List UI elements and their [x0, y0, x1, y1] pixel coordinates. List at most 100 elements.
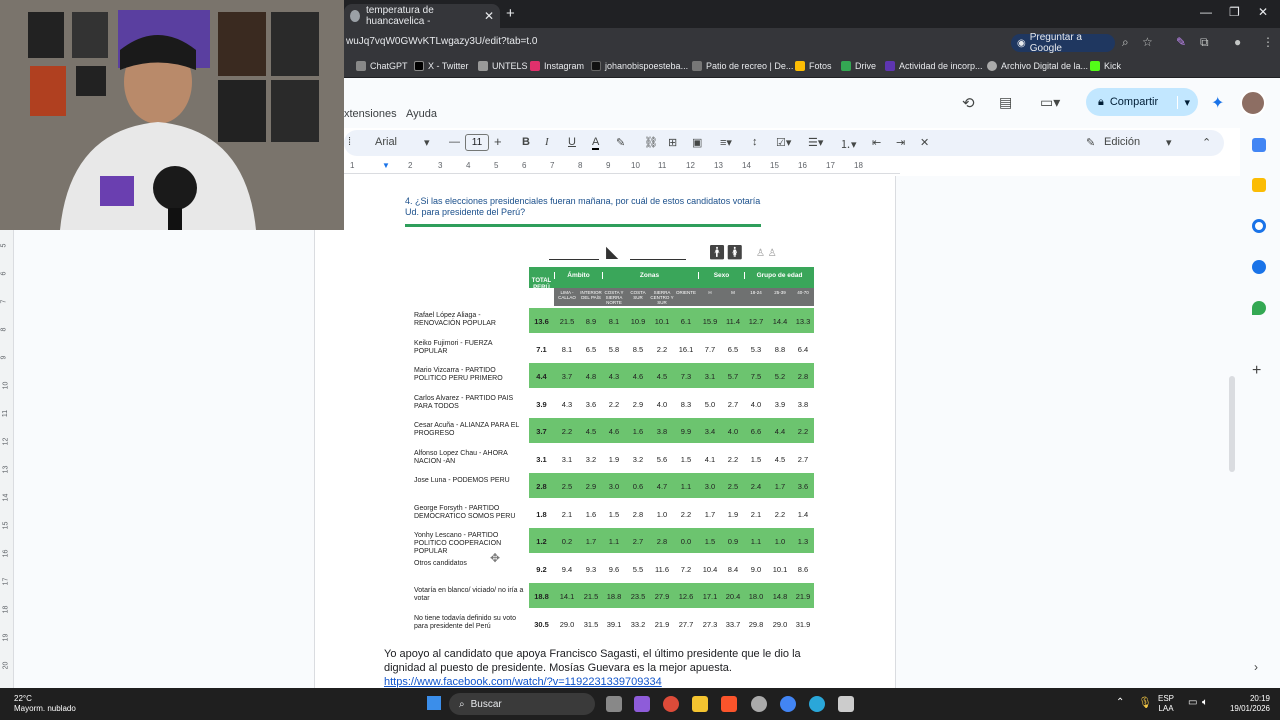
zoom-icon[interactable]: ⌕ [1122, 35, 1129, 50]
brave-icon[interactable] [721, 696, 737, 712]
meet-icon[interactable]: ▭▾ [1040, 94, 1060, 111]
tasks-icon[interactable] [1252, 219, 1266, 233]
bookmark-untels[interactable]: UNTELS [478, 61, 528, 71]
share-dropdown-icon[interactable]: ▾ [1177, 95, 1190, 109]
pencil-icon: ✎ [1086, 137, 1096, 149]
toolbar-overflow-icon[interactable]: ⁞ [348, 136, 351, 148]
horizontal-ruler[interactable]: 1 ▼ 2 3 4 5 6 7 8 9 10 11 12 13 14 15 16… [344, 160, 900, 174]
browser-tab[interactable]: temperatura de huancavelica - ✕ [344, 4, 500, 28]
network-icon[interactable]: ▭ [1188, 697, 1197, 708]
bookmark-kick[interactable]: Kick [1090, 61, 1121, 71]
menu-help[interactable]: Ayuda [406, 108, 437, 120]
group-header: Ámbito [554, 272, 602, 279]
font-chevron-icon[interactable]: ▾ [424, 136, 430, 149]
bookmark-actividad[interactable]: Actividad de incorp... [885, 61, 983, 71]
align-icon[interactable]: ≡▾ [720, 136, 732, 149]
table-cell: 2.7 [632, 537, 644, 546]
edit-mode-select[interactable]: Edición [1104, 136, 1140, 148]
url-field[interactable]: wuJq7vqW0GWvKTLwgazy3U/edit?tab=t.0 [346, 36, 537, 47]
increase-font-icon[interactable]: + [494, 134, 502, 149]
terminal-icon[interactable] [838, 696, 854, 712]
link-icon[interactable]: ⛓ [644, 136, 658, 149]
decrease-font-icon[interactable]: — [449, 136, 460, 148]
gemini-icon[interactable]: ✦ [1211, 93, 1224, 113]
bookmark-chatgpt[interactable]: ChatGPT [356, 61, 408, 71]
ruler-indent-marker[interactable]: ▼ [382, 161, 390, 170]
copilot-icon[interactable] [634, 696, 650, 712]
menu-dots-icon[interactable]: ⋮ [1262, 35, 1274, 49]
underline-icon[interactable]: U [568, 136, 576, 148]
taskbar-search[interactable]: ⌕ Buscar [449, 693, 595, 715]
microphone-icon[interactable]: 🎙︎ [1138, 696, 1152, 709]
ruler-number: 14 [742, 161, 751, 170]
checklist-icon[interactable]: ☑▾ [776, 136, 791, 149]
add-comment-icon[interactable]: ⊞ [668, 136, 677, 149]
bookmark-x[interactable]: X - Twitter [414, 61, 468, 71]
table-cell: 3.6 [585, 399, 597, 409]
close-tab-icon[interactable]: ✕ [484, 9, 494, 23]
clear-format-icon[interactable]: ✕ [920, 136, 929, 149]
add-addon-icon[interactable]: + [1252, 362, 1261, 380]
table-cell: 3.1 [561, 454, 573, 464]
bold-icon[interactable]: B [522, 136, 530, 148]
tray-chevron-icon[interactable]: ⌃ [1116, 697, 1124, 708]
expand-panel-icon[interactable]: › [1254, 660, 1258, 674]
untels-icon [478, 61, 488, 71]
chrome-icon[interactable] [663, 696, 679, 712]
extension-pen-icon[interactable]: ✎ [1176, 35, 1186, 49]
italic-icon[interactable]: I [545, 136, 549, 148]
app-icon[interactable] [751, 696, 767, 712]
menu-extensions[interactable]: xtensiones [344, 108, 397, 120]
extensions-icon[interactable]: ⧉ [1200, 35, 1209, 50]
clock[interactable]: 20:19 19/01/2026 [1218, 694, 1270, 714]
bookmark-patio[interactable]: Patio de recreo | De... [692, 61, 793, 71]
scrollbar[interactable] [1229, 376, 1235, 472]
bookmark-fotos[interactable]: Fotos [795, 61, 832, 71]
edit-mode-chevron-icon[interactable]: ▾ [1166, 136, 1172, 149]
new-tab-button[interactable]: + [506, 5, 515, 22]
restore-icon[interactable]: ❐ [1229, 5, 1240, 19]
vertical-ruler[interactable]: 5 6 7 8 9 10 11 12 13 14 15 16 17 18 19 … [0, 230, 14, 688]
increase-indent-icon[interactable]: ⇥ [896, 136, 905, 149]
calendar-icon[interactable] [1252, 138, 1266, 152]
image-icon[interactable]: ▣ [692, 136, 702, 149]
avatar[interactable] [1240, 90, 1266, 116]
highlight-icon[interactable]: ✎ [616, 136, 625, 149]
volume-icon[interactable]: 🔈︎ [1202, 697, 1208, 708]
bookmark-drive[interactable]: Drive [841, 61, 876, 71]
bookmark-instagram[interactable]: Instagram [530, 61, 584, 71]
table-cell: 1.3 [797, 537, 809, 546]
collapse-toolbar-icon[interactable]: ⌃ [1202, 136, 1211, 149]
task-view-icon[interactable] [606, 696, 622, 712]
keep-icon[interactable] [1252, 178, 1266, 192]
profile-icon[interactable]: ● [1234, 35, 1241, 49]
ask-google-button[interactable]: ◉ Preguntar a Google [1011, 32, 1115, 54]
bookmark-star-icon[interactable]: ☆ [1142, 35, 1153, 49]
share-button[interactable]: 🔒︎ Compartir ▾ [1086, 88, 1198, 116]
font-size-input[interactable]: 11 [465, 134, 489, 151]
bulleted-list-icon[interactable]: ☰▾ [808, 136, 823, 149]
close-window-icon[interactable]: ✕ [1258, 5, 1268, 19]
line-spacing-icon[interactable]: ↕ [752, 136, 758, 148]
edge-icon[interactable] [809, 696, 825, 712]
comments-icon[interactable]: ▤ [999, 94, 1012, 111]
language-indicator[interactable]: ESP LAA [1158, 694, 1174, 714]
weather-widget[interactable]: 22°C Mayorm. nublado [14, 694, 76, 714]
decrease-indent-icon[interactable]: ⇤ [872, 136, 881, 149]
minimize-icon[interactable]: — [1200, 5, 1212, 19]
contacts-icon[interactable] [1252, 260, 1266, 274]
windows-start-icon[interactable] [427, 696, 441, 710]
webcam-overlay [0, 0, 344, 230]
bookmark-tiktok[interactable]: johanobispoesteba... [591, 61, 688, 71]
font-select[interactable]: Arial [375, 136, 397, 148]
bookmark-archivo[interactable]: Archivo Digital de la... [987, 61, 1088, 71]
ruler-number: 14 [2, 493, 10, 502]
history-icon[interactable]: ⟲ [962, 94, 975, 112]
webcam-feed [0, 0, 344, 230]
text-color-icon[interactable]: A [592, 136, 600, 150]
file-explorer-icon[interactable] [692, 696, 708, 712]
numbered-list-icon[interactable]: ⒈▾ [840, 136, 857, 152]
chrome-active-icon[interactable] [780, 696, 796, 712]
facebook-link[interactable]: https://www.facebook.com/watch/?v=119223… [384, 676, 662, 688]
maps-icon[interactable] [1252, 301, 1266, 315]
